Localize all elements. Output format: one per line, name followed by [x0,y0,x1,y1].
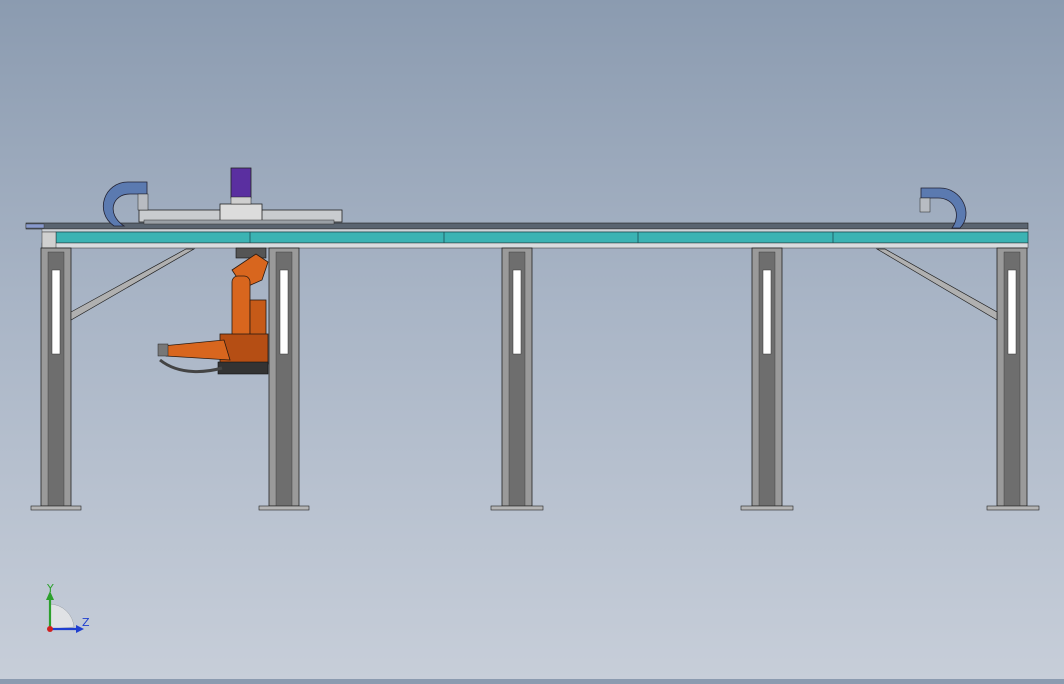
gantry-carriage[interactable] [138,203,343,225]
origin-dot [47,626,53,632]
diagonal-braces [70,248,998,321]
cad-viewport[interactable]: Y Z [0,0,1064,679]
support-columns [30,247,1040,511]
gantry-model[interactable]: Y Z [0,0,1064,679]
drive-motor [230,167,252,205]
support-column [258,247,310,511]
cable-carrier-right [919,187,967,229]
support-column [986,247,1040,511]
z-axis-label: Z [82,616,90,629]
y-axis-label: Y [46,582,54,595]
support-column [490,247,544,511]
support-column [30,247,82,511]
coordinate-triad: Y Z [46,582,90,633]
gantry-beam [25,222,1029,249]
support-column [740,247,794,511]
robot-arm[interactable] [157,247,269,375]
